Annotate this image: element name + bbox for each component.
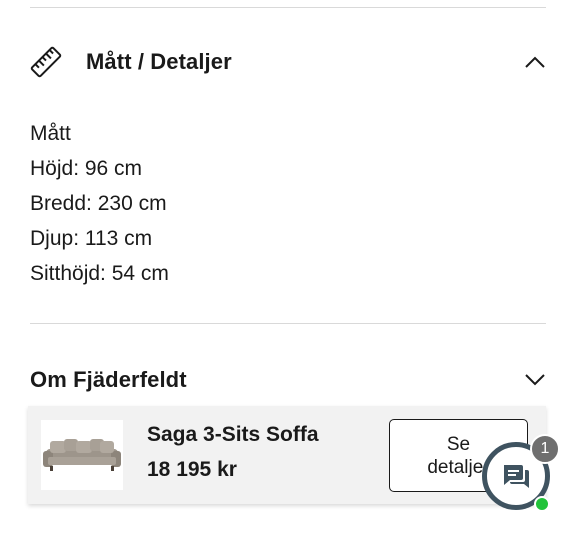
detail-seat-height: Sitthöjd: 54 cm: [30, 262, 169, 285]
about-section-title: Om Fjäderfeldt: [30, 367, 187, 392]
details-heading: Mått: [30, 122, 71, 145]
measure-section-title: Mått / Detaljer: [86, 49, 232, 74]
chat-unread-badge: 1: [530, 434, 560, 464]
chat-icon: [504, 465, 529, 488]
product-thumbnail[interactable]: [41, 420, 123, 490]
detail-width: Bredd: 230 cm: [30, 192, 167, 215]
detail-depth: Djup: 113 cm: [30, 227, 153, 250]
measure-section-header[interactable]: Mått / Detaljer: [30, 40, 546, 84]
sticky-product-bar: Saga 3-Sits Soffa 18 195 kr Se detaljer: [28, 406, 546, 504]
product-name: Saga 3-Sits Soffa: [147, 423, 319, 446]
top-divider: [30, 7, 546, 8]
chevron-down-icon[interactable]: [522, 367, 548, 393]
about-section-header[interactable]: Om Fjäderfeldt: [30, 358, 546, 402]
ruler-icon: [30, 46, 62, 78]
detail-height: Höjd: 96 cm: [30, 157, 143, 180]
middle-divider: [30, 323, 546, 324]
measure-details: Mått Höjd: 96 cm Bredd: 230 cm Djup: 113…: [30, 116, 169, 291]
chevron-up-icon[interactable]: [522, 49, 548, 75]
product-price: 18 195 kr: [147, 458, 237, 481]
online-status-dot: [534, 496, 550, 512]
sofa-image: [43, 439, 121, 471]
